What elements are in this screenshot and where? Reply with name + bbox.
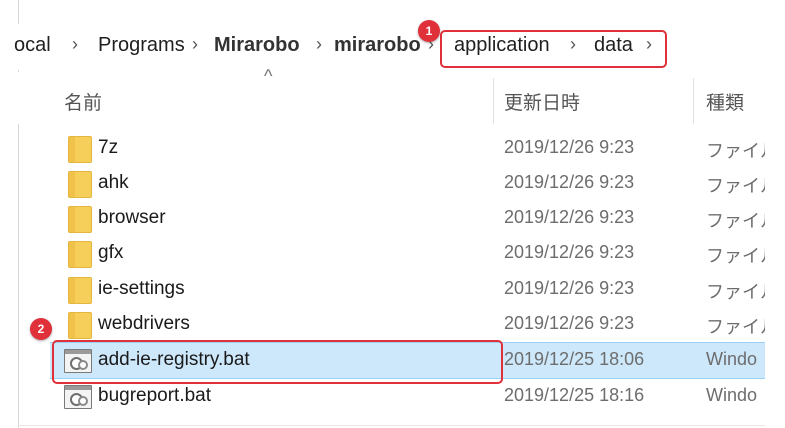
highlight-box-breadcrumb [440,30,667,68]
file-type: ファイル [706,317,765,337]
file-type: ファイル [706,141,765,161]
column-header-row: ^ 名前 更新日時 種類 [18,66,765,124]
file-date: 2019/12/26 9:23 [504,242,635,262]
column-header-type[interactable]: 種類 [706,88,744,115]
column-divider[interactable] [693,78,694,124]
file-date: 2019/12/25 18:06 [504,349,645,369]
sort-up-icon: ^ [264,66,273,86]
file-type: ファイル [706,282,765,302]
file-row[interactable]: gfx 2019/12/26 9:23 ファイル [50,236,765,271]
folder-icon [68,241,92,268]
column-divider[interactable] [493,78,494,124]
batch-file-icon [64,385,92,409]
file-name: ie-settings [98,278,185,299]
chevron-right-icon[interactable]: › [316,34,322,55]
column-header-date[interactable]: 更新日時 [504,88,580,115]
breadcrumb-item-local[interactable]: ocal [14,34,51,57]
file-row[interactable]: ahk 2019/12/26 9:23 ファイル [50,166,765,201]
file-name: webdrivers [98,313,190,334]
breadcrumb-item-mirarobo[interactable]: Mirarobo [214,34,300,57]
file-row[interactable]: webdrivers 2019/12/26 9:23 ファイル [50,307,765,342]
file-date: 2019/12/26 9:23 [504,207,635,227]
file-name: browser [98,207,166,228]
divider [18,425,765,426]
chevron-right-icon[interactable]: › [72,34,78,55]
folder-icon [68,136,92,163]
folder-icon [68,206,92,233]
file-name: 7z [98,137,119,158]
file-date: 2019/12/26 9:23 [504,313,635,333]
file-type: Windo [706,349,758,369]
breadcrumb-item-programs[interactable]: Programs [98,34,185,57]
callout-badge-1: 1 [418,20,440,42]
folder-icon [68,312,92,339]
folder-icon [68,171,92,198]
highlight-box-file [52,340,503,384]
file-type: Windo [706,385,758,405]
folder-icon [68,277,92,304]
file-row[interactable]: ie-settings 2019/12/26 9:23 ファイル [50,272,765,307]
file-name: bugreport.bat [98,385,212,406]
file-name: ahk [98,172,129,193]
file-date: 2019/12/25 18:16 [504,385,645,405]
file-type: ファイル [706,176,765,196]
file-name: gfx [98,242,124,263]
file-row[interactable]: browser 2019/12/26 9:23 ファイル [50,201,765,236]
file-date: 2019/12/26 9:23 [504,278,635,298]
file-type: ファイル [706,246,765,266]
chevron-right-icon[interactable]: › [192,34,198,55]
callout-badge-2: 2 [30,318,52,340]
file-row[interactable]: bugreport.bat 2019/12/25 18:16 Windo [50,379,765,414]
column-header-name[interactable]: 名前 [64,88,102,115]
gear-icon [78,396,88,406]
file-type: ファイル [706,211,765,231]
file-row[interactable]: 7z 2019/12/26 9:23 ファイル [50,131,765,166]
file-date: 2019/12/26 9:23 [504,137,635,157]
file-date: 2019/12/26 9:23 [504,172,635,192]
breadcrumb-item-mirarobo-lower[interactable]: mirarobo [334,34,421,57]
